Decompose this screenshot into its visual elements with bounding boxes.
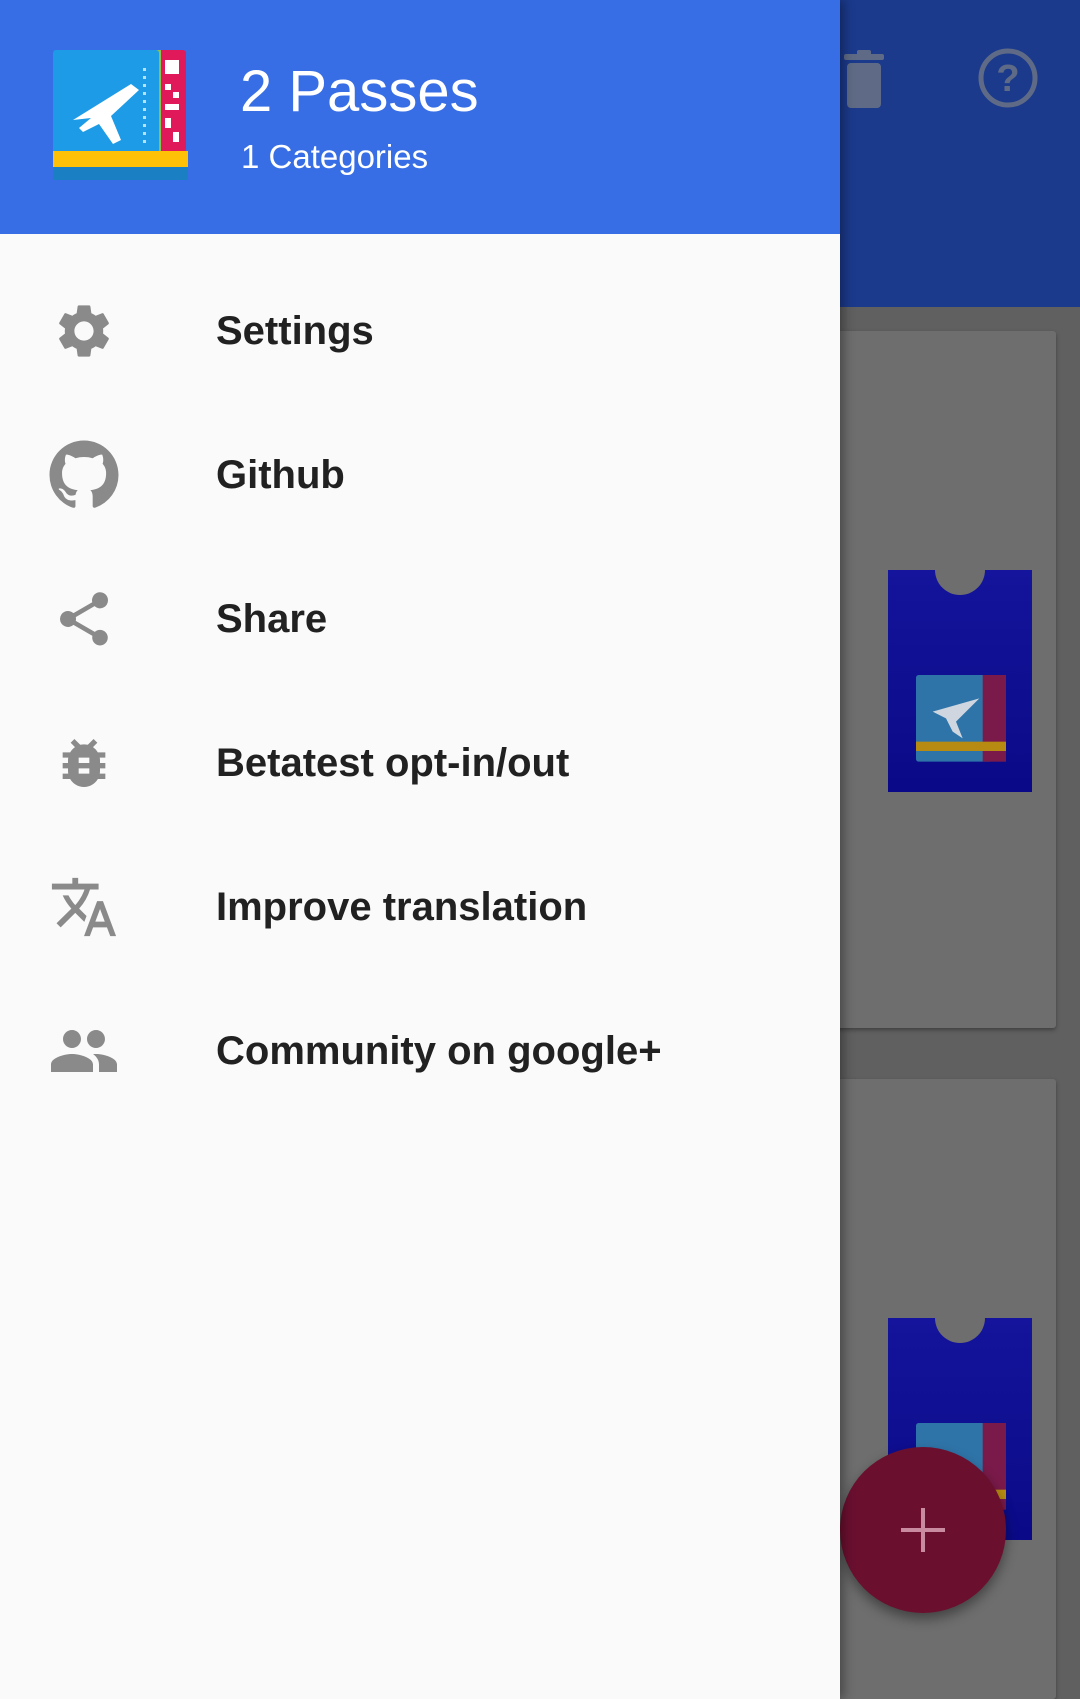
menu-label: Github xyxy=(216,453,345,497)
people-icon xyxy=(44,1015,124,1087)
drawer-menu: Settings Github Share Betatest opt-in/ou… xyxy=(0,259,840,1123)
menu-item-github[interactable]: Github xyxy=(0,403,840,547)
github-icon xyxy=(44,439,124,511)
plus-icon xyxy=(901,1508,945,1552)
menu-label: Share xyxy=(216,597,328,641)
menu-item-translation[interactable]: Improve translation xyxy=(0,835,840,979)
menu-item-betatest[interactable]: Betatest opt-in/out xyxy=(0,691,840,835)
pass-thumbnail xyxy=(888,545,1032,792)
menu-label: Betatest opt-in/out xyxy=(216,741,570,785)
menu-label: Improve translation xyxy=(216,885,588,929)
passes-count-title: 2 Passes xyxy=(240,59,479,124)
bug-icon xyxy=(44,727,124,799)
app-logo xyxy=(53,48,188,183)
add-pass-fab[interactable] xyxy=(840,1447,1006,1613)
menu-item-share[interactable]: Share xyxy=(0,547,840,691)
menu-item-settings[interactable]: Settings xyxy=(0,259,840,403)
delete-icon[interactable] xyxy=(838,48,890,110)
gear-icon xyxy=(44,295,124,367)
categories-count-subtitle: 1 Categories xyxy=(241,138,429,175)
menu-item-community[interactable]: Community on google+ xyxy=(0,979,840,1123)
navigation-drawer: 2 Passes 1 Categories Settings Github Sh… xyxy=(0,0,840,1699)
menu-label: Settings xyxy=(216,309,374,353)
menu-label: Community on google+ xyxy=(216,1029,662,1073)
help-icon[interactable]: ? xyxy=(975,45,1041,111)
drawer-header: 2 Passes 1 Categories xyxy=(0,0,840,234)
share-icon xyxy=(44,583,124,655)
svg-text:?: ? xyxy=(996,58,1019,100)
translate-icon xyxy=(44,871,124,943)
